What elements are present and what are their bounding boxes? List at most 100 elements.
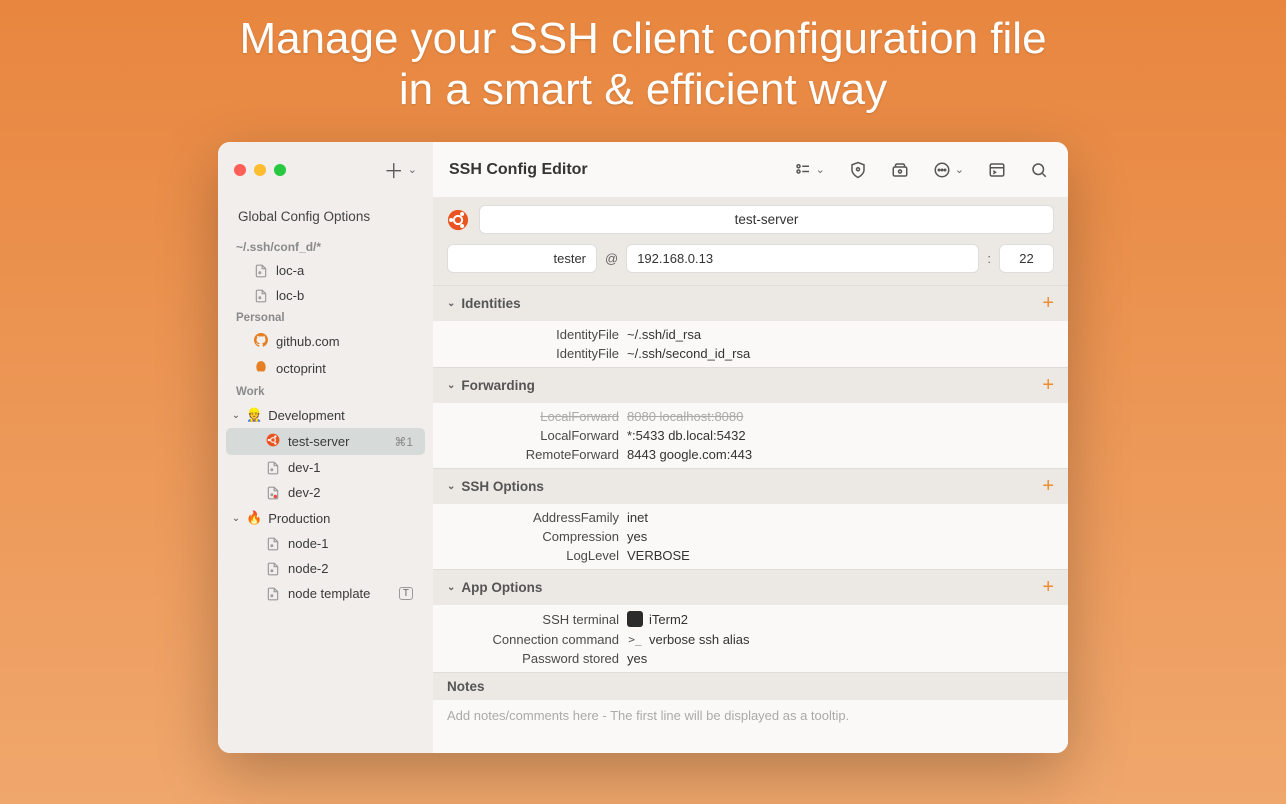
folder-development[interactable]: ⌄ 👷 Development [218, 402, 433, 428]
security-button[interactable] [845, 157, 871, 183]
prompt-icon: >_ [627, 631, 643, 647]
folder-emoji-icon: 🔥 [246, 510, 262, 526]
kv-row[interactable]: Compression yes [433, 527, 1068, 546]
sidebar-item-node-2[interactable]: node-2 [226, 556, 425, 581]
chevron-down-icon: ⌄ [408, 163, 417, 176]
kv-key: Connection command [447, 632, 627, 647]
terminal-button[interactable] [984, 157, 1010, 183]
path-group-header: ~/.ssh/conf_d/* [218, 236, 433, 258]
kv-val: ~/.ssh/second_id_rsa [627, 346, 1054, 361]
port-input[interactable] [999, 244, 1054, 273]
section-body-identities: IdentityFile ~/.ssh/id_rsa IdentityFile … [433, 321, 1068, 367]
section-title: App Options [461, 580, 542, 595]
octoprint-icon [254, 360, 268, 377]
user-input[interactable] [447, 244, 597, 273]
add-ssh-option-button[interactable]: + [1042, 475, 1054, 498]
sidebar-item-dev-2[interactable]: dev-2 [226, 480, 425, 505]
file-icon [266, 461, 280, 475]
kv-key: AddressFamily [447, 510, 627, 525]
folder-label: Production [268, 511, 330, 526]
notes-textarea[interactable]: Add notes/comments here - The first line… [433, 700, 1068, 753]
folder-label: Development [268, 408, 345, 423]
section-header-identities[interactable]: ⌄ Identities + [433, 285, 1068, 321]
window-controls [234, 164, 286, 176]
file-error-icon [266, 486, 280, 500]
kv-row[interactable]: LogLevel VERBOSE [433, 546, 1068, 565]
kv-val: iTerm2 [627, 611, 1054, 627]
sidebar-item-loc-a[interactable]: loc-a [226, 258, 425, 283]
github-icon [254, 333, 268, 350]
sidebar-item-label: node-1 [288, 536, 413, 551]
plus-icon: ＋ [384, 155, 404, 184]
sidebar-item-github[interactable]: github.com [226, 328, 425, 355]
folder-production[interactable]: ⌄ 🔥 Production [218, 505, 433, 531]
kv-row[interactable]: AddressFamily inet [433, 508, 1068, 527]
chevron-down-icon: ⌄ [447, 298, 455, 309]
notes-header: Notes [433, 672, 1068, 700]
kv-row[interactable]: RemoteForward 8443 google.com:443 [433, 445, 1068, 464]
folder-emoji-icon: 👷 [246, 407, 262, 423]
chevron-down-icon: ⌄ [447, 481, 455, 492]
section-title: Forwarding [461, 378, 535, 393]
minimize-button[interactable] [254, 164, 266, 176]
colon-symbol: : [987, 251, 991, 266]
global-config-options[interactable]: Global Config Options [218, 201, 433, 236]
more-menu-button[interactable]: ⌄ [929, 157, 968, 183]
close-button[interactable] [234, 164, 246, 176]
section-header-ssh-options[interactable]: ⌄ SSH Options + [433, 468, 1068, 504]
kv-val: 8443 google.com:443 [627, 447, 1054, 462]
kv-key: Password stored [447, 651, 627, 666]
add-host-button[interactable]: ＋ ⌄ [384, 155, 417, 184]
keys-button[interactable] [887, 157, 913, 183]
maximize-button[interactable] [274, 164, 286, 176]
kv-row[interactable]: Connection command >_ verbose ssh alias [433, 629, 1068, 649]
sidebar-item-label: node template [288, 586, 391, 601]
sidebar-item-label: octoprint [276, 361, 413, 376]
search-button[interactable] [1026, 157, 1052, 183]
sidebar-item-node-template[interactable]: node template T [226, 581, 425, 606]
at-symbol: @ [605, 251, 618, 266]
host-address-input[interactable] [626, 244, 979, 273]
chevron-down-icon: ⌄ [955, 163, 964, 176]
add-app-option-button[interactable]: + [1042, 576, 1054, 599]
toggle-view-button[interactable]: ⌄ [790, 157, 829, 183]
kv-row[interactable]: IdentityFile ~/.ssh/id_rsa [433, 325, 1068, 344]
sidebar-item-label: node-2 [288, 561, 413, 576]
file-icon [266, 587, 280, 601]
sidebar-item-node-1[interactable]: node-1 [226, 531, 425, 556]
kv-row[interactable]: SSH terminal iTerm2 [433, 609, 1068, 629]
sidebar-item-dev-1[interactable]: dev-1 [226, 455, 425, 480]
keyboard-shortcut: ⌘1 [394, 435, 413, 449]
section-header-forwarding[interactable]: ⌄ Forwarding + [433, 367, 1068, 403]
kv-row[interactable]: Password stored yes [433, 649, 1068, 668]
sidebar-item-test-server[interactable]: test-server ⌘1 [226, 428, 425, 455]
template-badge: T [399, 587, 413, 600]
kv-row[interactable]: IdentityFile ~/.ssh/second_id_rsa [433, 344, 1068, 363]
host-header: @ : [433, 197, 1068, 285]
app-title: SSH Config Editor [449, 161, 588, 179]
sidebar-titlebar: ＋ ⌄ [218, 142, 433, 197]
chevron-down-icon: ⌄ [230, 410, 242, 421]
kv-key: IdentityFile [447, 346, 627, 361]
toolbar: SSH Config Editor ⌄ ⌄ [433, 142, 1068, 197]
app-window: ＋ ⌄ Global Config Options ~/.ssh/conf_d/… [218, 142, 1068, 753]
sidebar-item-label: loc-a [276, 263, 413, 278]
kv-key: LocalForward [447, 428, 627, 443]
kv-key: RemoteForward [447, 447, 627, 462]
host-name-input[interactable] [479, 205, 1054, 234]
add-identity-button[interactable]: + [1042, 292, 1054, 315]
sidebar-item-label: dev-2 [288, 485, 413, 500]
hero-title: Manage your SSH client configuration fil… [0, 0, 1286, 115]
kv-row[interactable]: LocalForward *:5433 db.local:5432 [433, 426, 1068, 445]
sidebar: ＋ ⌄ Global Config Options ~/.ssh/conf_d/… [218, 142, 433, 753]
section-title: SSH Options [461, 479, 544, 494]
kv-val: inet [627, 510, 1054, 525]
kv-val: *:5433 db.local:5432 [627, 428, 1054, 443]
section-header-app-options[interactable]: ⌄ App Options + [433, 569, 1068, 605]
kv-key: LocalForward [447, 409, 627, 424]
sidebar-item-loc-b[interactable]: loc-b [226, 283, 425, 308]
kv-row[interactable]: LocalForward 8080 localhost:8080 [433, 407, 1068, 426]
file-icon [266, 537, 280, 551]
sidebar-item-octoprint[interactable]: octoprint [226, 355, 425, 382]
add-forwarding-button[interactable]: + [1042, 374, 1054, 397]
